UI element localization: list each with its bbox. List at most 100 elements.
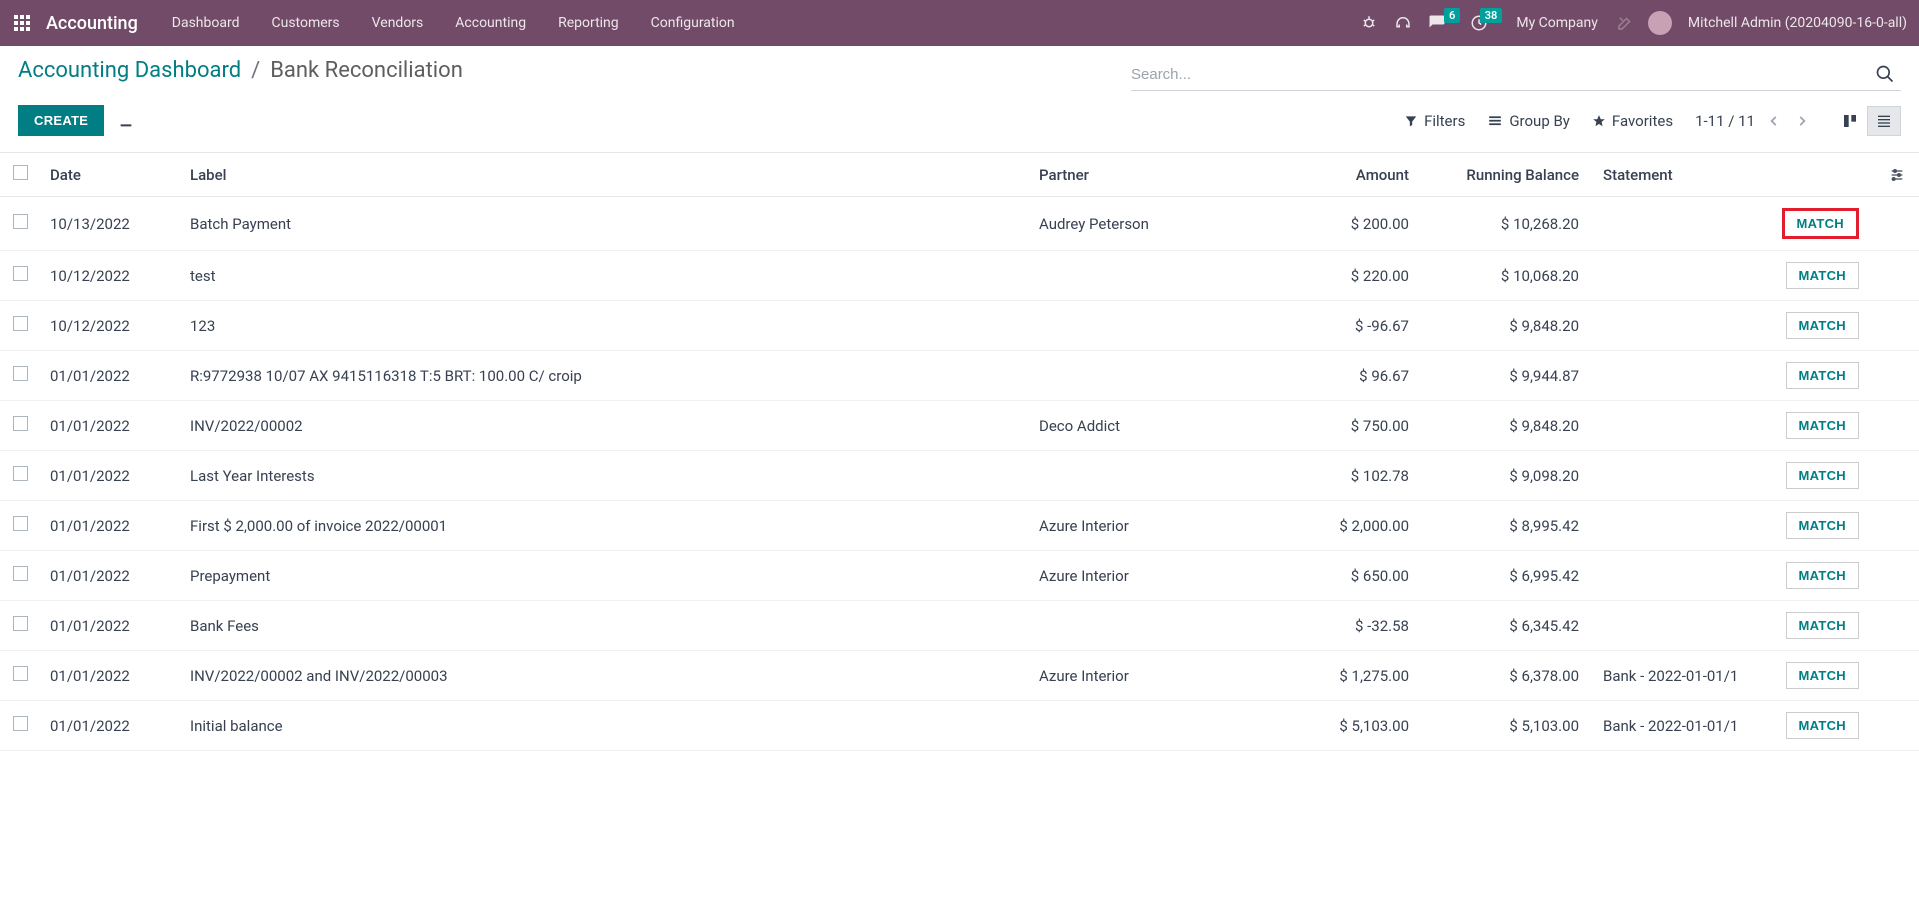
pager-next-icon[interactable] xyxy=(1793,114,1811,128)
create-button[interactable]: CREATE xyxy=(18,105,104,136)
table-row[interactable]: 01/01/2022First $ 2,000.00 of invoice 20… xyxy=(0,501,1919,551)
messages-badge: 6 xyxy=(1444,8,1460,23)
nav-link-dashboard[interactable]: Dashboard xyxy=(156,0,256,46)
row-checkbox[interactable] xyxy=(13,266,28,281)
nav-link-reporting[interactable]: Reporting xyxy=(542,0,635,46)
groupby-button[interactable]: Group By xyxy=(1487,112,1570,130)
row-checkbox[interactable] xyxy=(13,366,28,381)
row-checkbox[interactable] xyxy=(13,466,28,481)
cell-partner xyxy=(1029,701,1259,751)
nav-link-vendors[interactable]: Vendors xyxy=(356,0,440,46)
table-row[interactable]: 01/01/2022Last Year Interests$ 102.78$ 9… xyxy=(0,451,1919,501)
cell-spacer xyxy=(1879,197,1919,251)
table-row[interactable]: 10/13/2022Batch PaymentAudrey Peterson$ … xyxy=(0,197,1919,251)
match-button[interactable]: MATCH xyxy=(1786,362,1859,389)
cell-amount: $ 750.00 xyxy=(1259,401,1419,451)
cell-date: 01/01/2022 xyxy=(40,501,180,551)
match-button[interactable]: MATCH xyxy=(1786,712,1859,739)
cell-amount: $ 650.00 xyxy=(1259,551,1419,601)
kanban-view-button[interactable] xyxy=(1833,106,1867,136)
list-view-button[interactable] xyxy=(1867,106,1901,136)
match-button[interactable]: MATCH xyxy=(1786,462,1859,489)
cell-date: 01/01/2022 xyxy=(40,651,180,701)
columns-settings-icon[interactable] xyxy=(1889,167,1909,183)
select-all-checkbox[interactable] xyxy=(13,165,28,180)
match-button[interactable]: MATCH xyxy=(1786,312,1859,339)
cell-spacer xyxy=(1879,551,1919,601)
cell-statement xyxy=(1589,351,1749,401)
row-checkbox[interactable] xyxy=(13,666,28,681)
breadcrumb-current: Bank Reconciliation xyxy=(270,58,463,83)
cell-running-balance: $ 10,268.20 xyxy=(1419,197,1589,251)
activities-icon[interactable]: 38 xyxy=(1468,12,1490,34)
match-button[interactable]: MATCH xyxy=(1786,662,1859,689)
list-view: Date Label Partner Amount Running Balanc… xyxy=(0,152,1919,751)
row-checkbox[interactable] xyxy=(13,566,28,581)
column-header-action xyxy=(1749,153,1879,197)
table-row[interactable]: 01/01/2022Initial balance$ 5,103.00$ 5,1… xyxy=(0,701,1919,751)
match-button[interactable]: MATCH xyxy=(1782,208,1859,239)
match-button[interactable]: MATCH xyxy=(1786,412,1859,439)
nav-link-accounting[interactable]: Accounting xyxy=(439,0,542,46)
apps-icon[interactable] xyxy=(12,13,32,33)
column-header-label[interactable]: Label xyxy=(180,153,1029,197)
cell-running-balance: $ 8,995.42 xyxy=(1419,501,1589,551)
row-checkbox[interactable] xyxy=(13,316,28,331)
cell-amount: $ -32.58 xyxy=(1259,601,1419,651)
cell-spacer xyxy=(1879,301,1919,351)
match-button[interactable]: MATCH xyxy=(1786,612,1859,639)
search-icon[interactable] xyxy=(1869,62,1901,86)
cell-statement: Bank - 2022-01-01/1 xyxy=(1589,701,1749,751)
match-button[interactable]: MATCH xyxy=(1786,262,1859,289)
nav-link-configuration[interactable]: Configuration xyxy=(635,0,751,46)
tools-icon[interactable] xyxy=(1614,12,1636,34)
search-area xyxy=(1131,58,1901,91)
column-header-date[interactable]: Date xyxy=(40,153,180,197)
company-selector[interactable]: My Company xyxy=(1516,15,1598,31)
user-avatar[interactable] xyxy=(1648,11,1672,35)
user-menu[interactable]: Mitchell Admin (20204090-16-0-all) xyxy=(1688,15,1907,31)
table-row[interactable]: 10/12/2022123$ -96.67$ 9,848.20MATCH xyxy=(0,301,1919,351)
cell-running-balance: $ 6,378.00 xyxy=(1419,651,1589,701)
cell-spacer xyxy=(1879,501,1919,551)
app-brand[interactable]: Accounting xyxy=(46,13,138,34)
pager: 1-11 / 11 xyxy=(1695,112,1811,130)
breadcrumb-separator: / xyxy=(251,58,260,83)
cell-running-balance: $ 6,995.42 xyxy=(1419,551,1589,601)
row-checkbox[interactable] xyxy=(13,516,28,531)
favorites-label: Favorites xyxy=(1612,112,1673,130)
favorites-button[interactable]: Favorites xyxy=(1592,112,1673,130)
messages-icon[interactable]: 6 xyxy=(1426,12,1448,34)
row-checkbox[interactable] xyxy=(13,616,28,631)
table-row[interactable]: 01/01/2022INV/2022/00002 and INV/2022/00… xyxy=(0,651,1919,701)
bug-icon[interactable] xyxy=(1358,12,1380,34)
import-icon[interactable] xyxy=(118,113,134,129)
column-header-amount[interactable]: Amount xyxy=(1259,153,1419,197)
support-icon[interactable] xyxy=(1392,12,1414,34)
cell-spacer xyxy=(1879,401,1919,451)
table-row[interactable]: 01/01/2022R:9772938 10/07 AX 9415116318 … xyxy=(0,351,1919,401)
column-header-partner[interactable]: Partner xyxy=(1029,153,1259,197)
row-checkbox[interactable] xyxy=(13,716,28,731)
table-row[interactable]: 10/12/2022test$ 220.00$ 10,068.20MATCH xyxy=(0,251,1919,301)
cell-date: 01/01/2022 xyxy=(40,451,180,501)
pager-prev-icon[interactable] xyxy=(1765,114,1783,128)
table-row[interactable]: 01/01/2022INV/2022/00002Deco Addict$ 750… xyxy=(0,401,1919,451)
table-row[interactable]: 01/01/2022PrepaymentAzure Interior$ 650.… xyxy=(0,551,1919,601)
cell-running-balance: $ 10,068.20 xyxy=(1419,251,1589,301)
table-row[interactable]: 01/01/2022Bank Fees$ -32.58$ 6,345.42MAT… xyxy=(0,601,1919,651)
filters-button[interactable]: Filters xyxy=(1404,112,1465,130)
cell-statement xyxy=(1589,301,1749,351)
search-input[interactable] xyxy=(1131,66,1869,83)
column-header-statement[interactable]: Statement xyxy=(1589,153,1749,197)
breadcrumb-parent[interactable]: Accounting Dashboard xyxy=(18,58,241,83)
row-checkbox[interactable] xyxy=(13,416,28,431)
column-header-balance[interactable]: Running Balance xyxy=(1419,153,1589,197)
pager-text[interactable]: 1-11 / 11 xyxy=(1695,112,1755,130)
match-button[interactable]: MATCH xyxy=(1786,562,1859,589)
row-checkbox[interactable] xyxy=(13,214,28,229)
nav-link-customers[interactable]: Customers xyxy=(256,0,356,46)
breadcrumb: Accounting Dashboard / Bank Reconciliati… xyxy=(18,58,463,83)
cell-label: First $ 2,000.00 of invoice 2022/00001 xyxy=(180,501,1029,551)
match-button[interactable]: MATCH xyxy=(1786,512,1859,539)
